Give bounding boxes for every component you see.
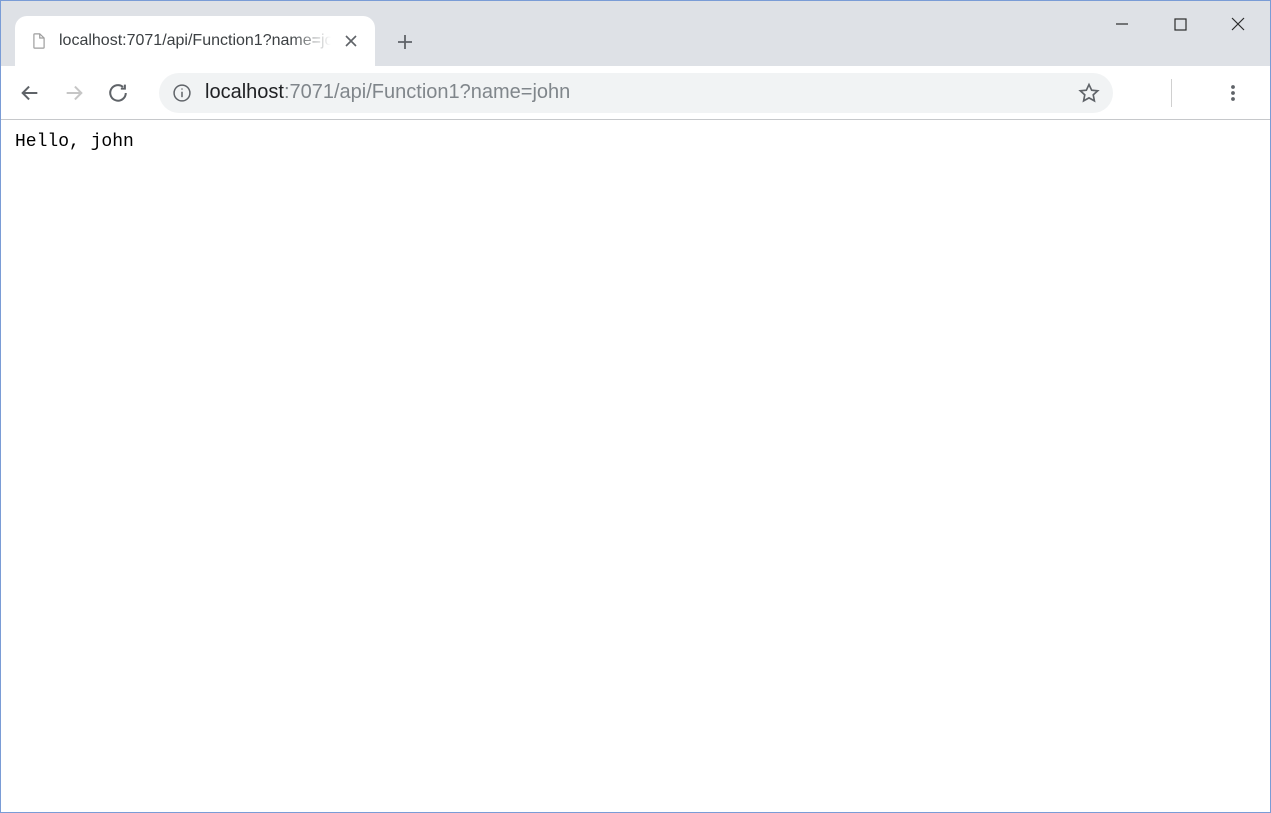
tabs-row: localhost:7071/api/Function1?name=john <box>1 2 423 66</box>
minimize-button[interactable] <box>1094 6 1150 42</box>
close-icon[interactable] <box>341 31 361 51</box>
tab-active[interactable]: localhost:7071/api/Function1?name=john <box>15 16 375 66</box>
tab-title: localhost:7071/api/Function1?name=john <box>59 32 331 50</box>
tab-strip: localhost:7071/api/Function1?name=john <box>1 1 1270 66</box>
toolbar-divider <box>1171 79 1172 107</box>
address-bar[interactable]: localhost:7071/api/Function1?name=john <box>159 73 1113 113</box>
browser-window: localhost:7071/api/Function1?name=john <box>1 1 1270 812</box>
toolbar: localhost:7071/api/Function1?name=john <box>1 66 1270 120</box>
url-host: localhost <box>205 81 284 103</box>
file-icon <box>29 31 49 51</box>
url-text[interactable]: localhost:7071/api/Function1?name=john <box>205 81 1065 104</box>
url-path: /api/Function1?name=john <box>334 81 570 103</box>
toolbar-right <box>1135 74 1260 112</box>
url-port: :7071 <box>284 81 334 103</box>
close-window-button[interactable] <box>1210 6 1266 42</box>
back-button[interactable] <box>11 74 49 112</box>
new-tab-button[interactable] <box>387 24 423 60</box>
forward-button <box>55 74 93 112</box>
maximize-button[interactable] <box>1152 6 1208 42</box>
window-controls <box>1094 6 1266 42</box>
reload-button[interactable] <box>99 74 137 112</box>
bookmark-star-icon[interactable] <box>1077 81 1101 105</box>
menu-button[interactable] <box>1214 74 1252 112</box>
site-info-icon[interactable] <box>171 82 193 104</box>
page-content: Hello, john <box>1 120 1270 812</box>
